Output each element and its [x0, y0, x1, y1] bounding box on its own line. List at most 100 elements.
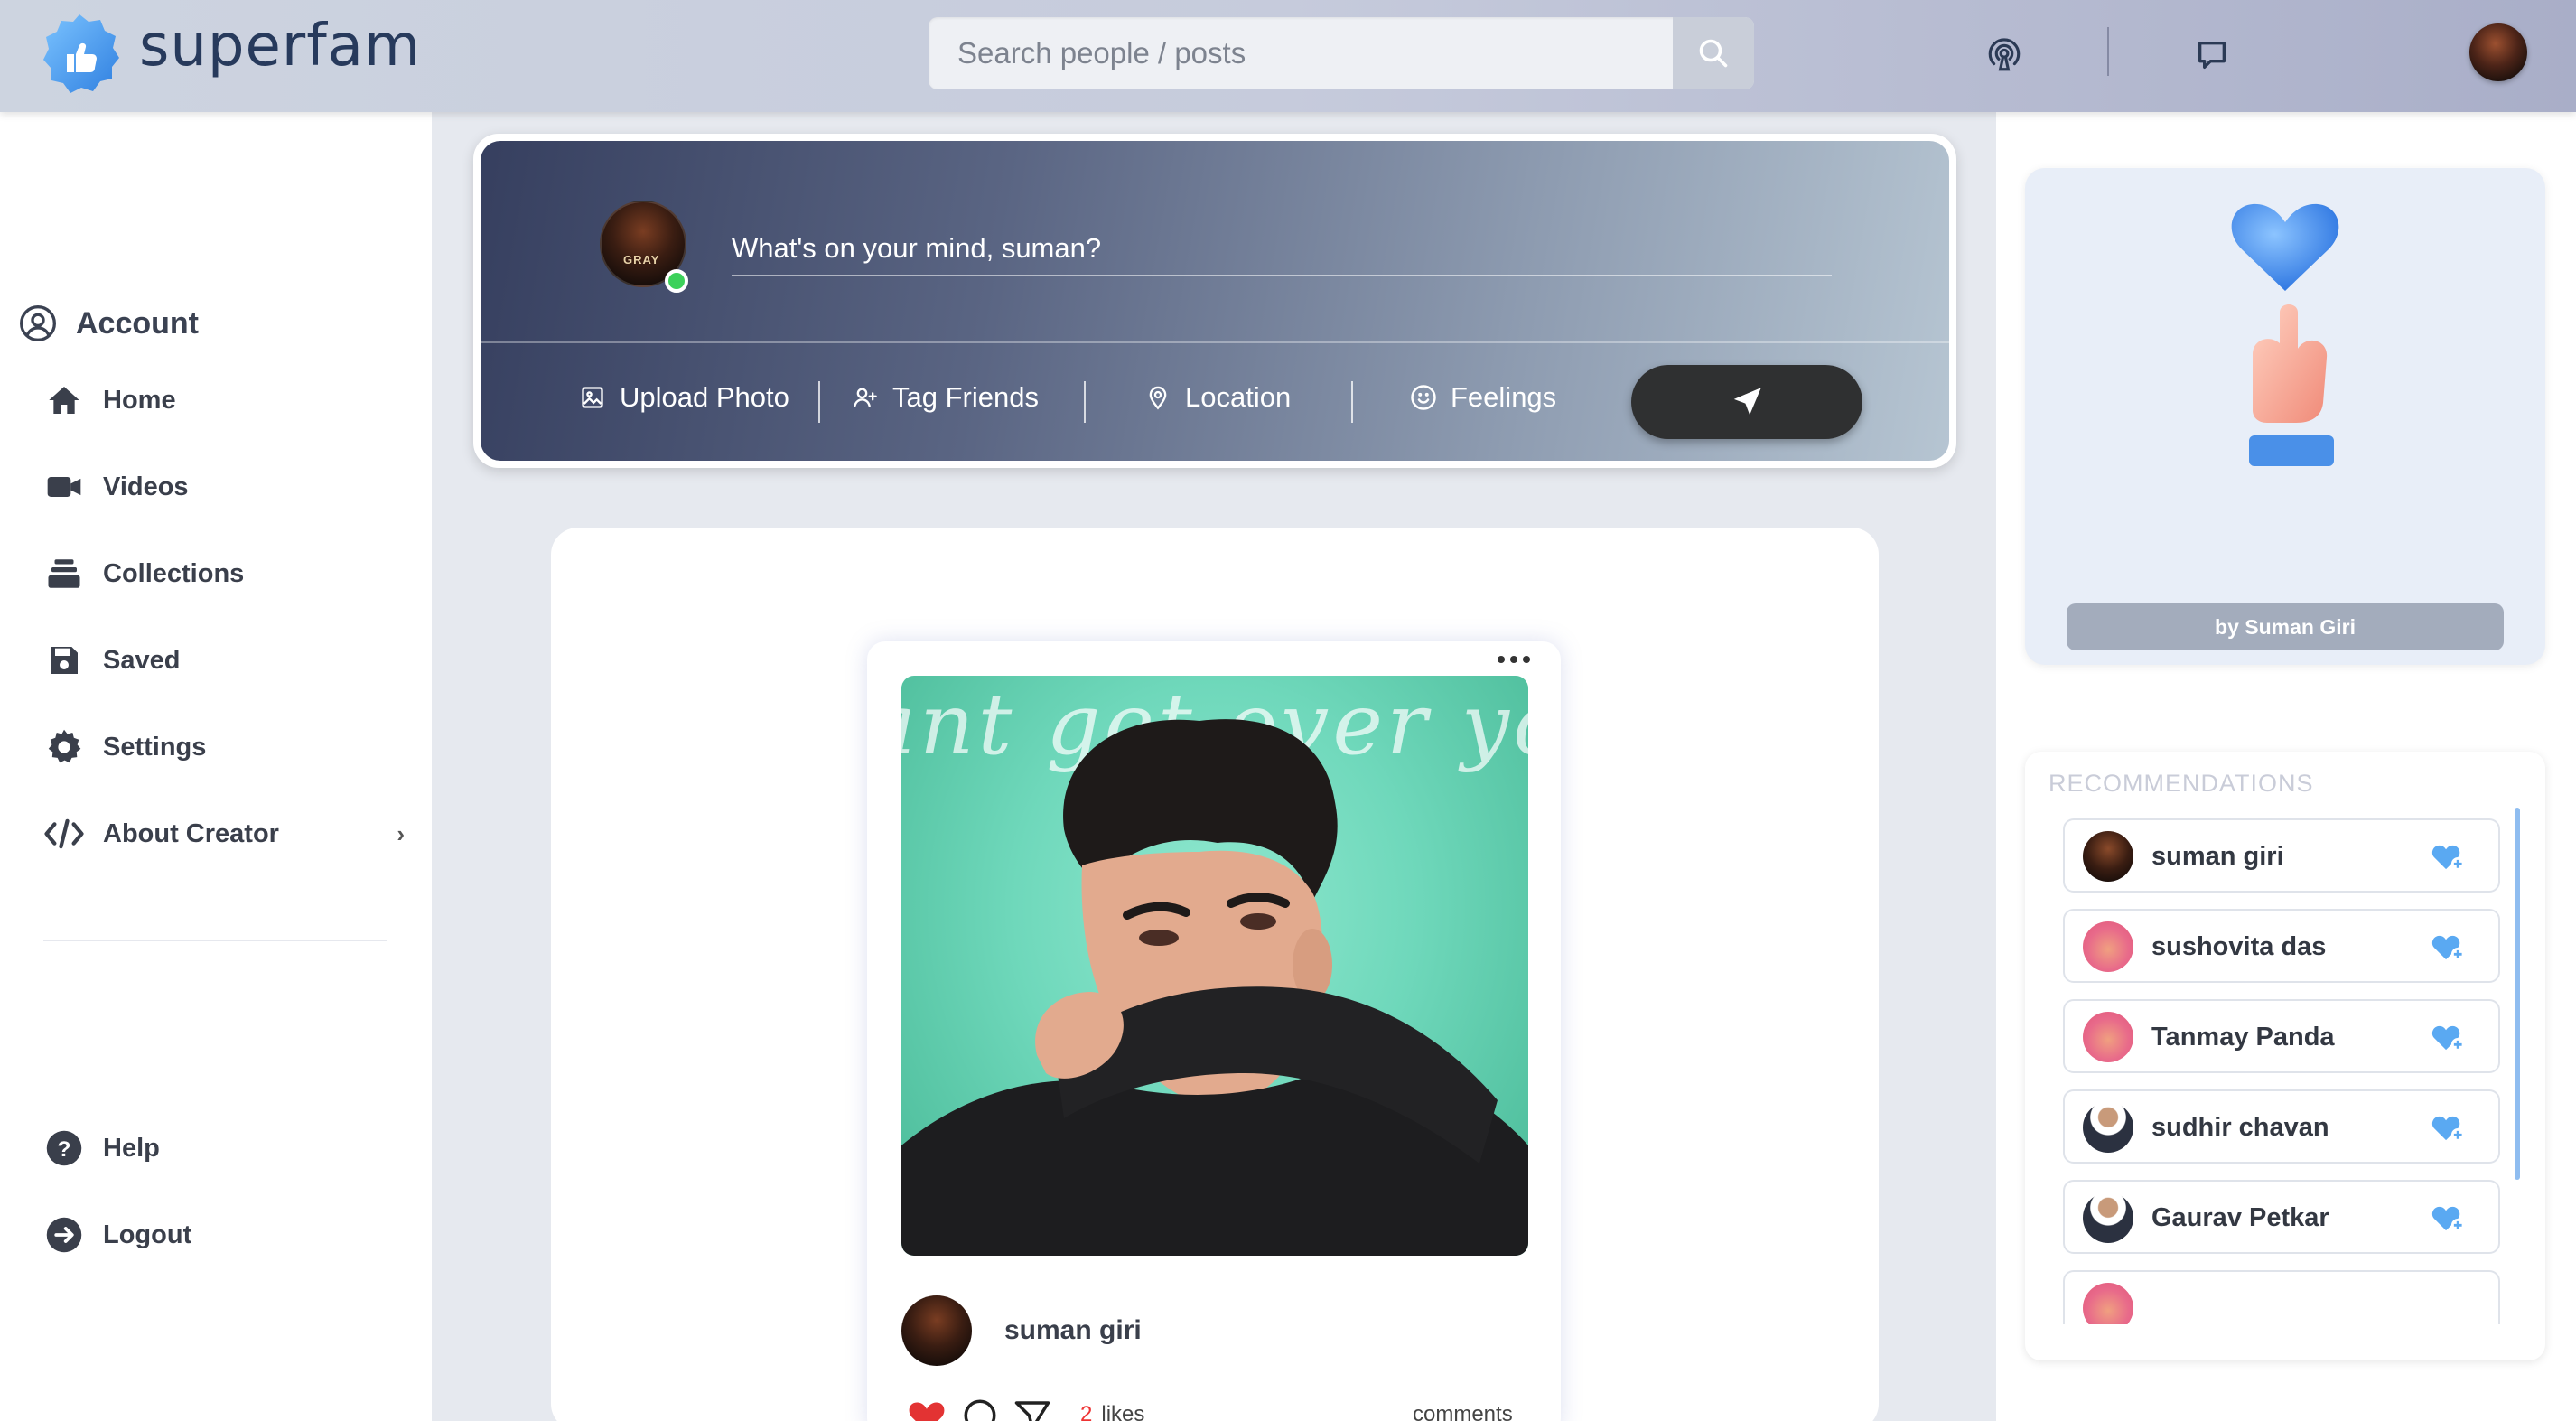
likes-label: likes — [1101, 1402, 1145, 1421]
composer-input[interactable] — [732, 222, 1832, 276]
sidebar-item-label: Logout — [103, 1220, 192, 1249]
feelings-label: Feelings — [1451, 381, 1557, 413]
account-heading-label: Account — [76, 305, 199, 341]
recommendation-item[interactable]: sudhir chavan — [2063, 1089, 2500, 1164]
recommendations-panel: RECOMMENDATIONS suman giri sushovita das… — [2025, 752, 2545, 1360]
video-camera-icon — [43, 466, 85, 508]
feelings-button[interactable]: Feelings — [1409, 381, 1556, 414]
heart-plus-icon[interactable] — [2431, 842, 2466, 873]
collections-icon — [43, 553, 85, 594]
chat-bubble-icon — [2198, 42, 2226, 70]
recommendation-name: sudhir chavan — [2151, 1113, 2329, 1142]
sidebar-item-label: Settings — [103, 732, 207, 762]
dot-icon — [1498, 656, 1505, 663]
sidebar-item-home[interactable]: Home — [43, 379, 405, 421]
dot-icon — [1523, 656, 1530, 663]
code-icon — [43, 813, 85, 855]
recommendation-avatar — [2083, 1283, 2133, 1324]
svg-text:?: ? — [58, 1137, 71, 1162]
profile-avatar[interactable] — [2469, 23, 2527, 81]
app-logo-text[interactable]: superfam — [139, 13, 421, 79]
sidebar-item-logout[interactable]: Logout — [43, 1214, 405, 1256]
action-divider — [1351, 381, 1353, 423]
recommendation-item[interactable]: sushovita das — [2063, 909, 2500, 983]
save-icon — [43, 640, 85, 681]
post-photo-figure — [901, 719, 1528, 1256]
likes-count: 2 likes — [1080, 1402, 1144, 1421]
action-divider — [1084, 381, 1086, 423]
sidebar-item-about-creator[interactable]: About Creator › — [43, 813, 405, 855]
sidebar-item-settings[interactable]: Settings — [43, 726, 405, 768]
help-icon: ? — [43, 1127, 85, 1169]
recommendations-scrollbar[interactable] — [2515, 808, 2520, 1180]
tag-friends-label: Tag Friends — [892, 381, 1039, 413]
top-divider — [2107, 27, 2109, 76]
chevron-right-icon: › — [397, 819, 405, 847]
recommendation-avatar — [2083, 1102, 2133, 1153]
heart-filled-icon[interactable] — [907, 1398, 947, 1421]
sidebar-item-saved[interactable]: Saved — [43, 640, 405, 681]
comment-icon[interactable] — [961, 1397, 999, 1421]
post-more-button[interactable] — [1476, 647, 1552, 672]
likes-number: 2 — [1080, 1402, 1093, 1421]
dot-icon — [1510, 656, 1517, 663]
location-button[interactable]: Location — [1143, 381, 1291, 414]
search-input[interactable] — [929, 17, 1673, 89]
sidebar-item-help[interactable]: ? Help — [43, 1127, 405, 1169]
broadcast-button[interactable] — [1978, 29, 2030, 81]
sidebar-item-collections[interactable]: Collections — [43, 553, 405, 594]
heart-plus-icon[interactable] — [2431, 932, 2466, 963]
creator-credit-button[interactable]: by Suman Giri — [2067, 603, 2504, 650]
sidebar-item-label: Help — [103, 1133, 160, 1163]
post-composer: GRAY Upload Photo Tag Friends Location — [473, 134, 1956, 468]
send-post-button[interactable] — [1631, 365, 1862, 439]
recommendation-name: suman giri — [2151, 842, 2284, 871]
post-image[interactable]: ant get over yo — [901, 676, 1528, 1256]
heart-plus-icon[interactable] — [2431, 1023, 2466, 1053]
user-circle-icon — [18, 304, 58, 343]
recommendations-list: suman giri sushovita das Tanmay Panda su… — [2063, 818, 2500, 1324]
recommendation-item[interactable]: suman giri — [2063, 818, 2500, 893]
send-arrow-icon — [1733, 388, 1761, 416]
action-divider — [818, 381, 820, 423]
creator-promo-card — [2025, 168, 2545, 665]
search-bar — [929, 17, 1754, 89]
comments-link[interactable]: comments — [1413, 1402, 1513, 1421]
online-status-dot — [665, 269, 688, 293]
heart-plus-icon[interactable] — [2431, 1113, 2466, 1144]
upload-photo-button[interactable]: Upload Photo — [578, 381, 789, 414]
user-plus-icon — [851, 383, 880, 412]
recommendation-avatar — [2083, 831, 2133, 882]
home-icon — [43, 379, 85, 421]
top-bar: superfam — [0, 0, 2576, 112]
composer-divider — [481, 341, 1949, 343]
sidebar-item-videos[interactable]: Videos — [43, 466, 405, 508]
heart-plus-icon[interactable] — [2431, 1203, 2466, 1234]
broadcast-icon — [1988, 38, 2021, 71]
account-heading[interactable]: Account — [18, 304, 199, 343]
recommendation-avatar — [2083, 1192, 2133, 1243]
gear-icon — [43, 726, 85, 768]
post-author-name[interactable]: suman giri — [1004, 1315, 1142, 1346]
messages-button[interactable] — [2186, 29, 2238, 81]
tag-friends-button[interactable]: Tag Friends — [851, 381, 1039, 414]
search-button[interactable] — [1673, 17, 1754, 89]
recommendation-item[interactable]: Gaurav Petkar — [2063, 1180, 2500, 1254]
composer-panel: GRAY Upload Photo Tag Friends Location — [481, 141, 1949, 461]
recommendation-item[interactable] — [2063, 1270, 2500, 1324]
logo-badge-icon[interactable] — [36, 11, 123, 98]
recommendation-avatar — [2083, 1012, 2133, 1062]
sidebar-item-label: About Creator — [103, 818, 279, 848]
sidebar-item-label: Home — [103, 385, 176, 415]
recommendation-name: Tanmay Panda — [2151, 1023, 2335, 1052]
post-author-avatar[interactable] — [901, 1295, 972, 1366]
post-actions — [907, 1397, 1051, 1421]
sidebar-item-label: Saved — [103, 645, 181, 675]
recommendation-avatar — [2083, 921, 2133, 972]
avatar-mark: GRAY — [623, 253, 660, 266]
left-sidebar: Account Home Videos Collections Saved Se… — [0, 112, 432, 1421]
recommendation-name: sushovita das — [2151, 932, 2327, 961]
share-icon[interactable] — [1013, 1397, 1051, 1421]
smile-icon — [1409, 383, 1438, 412]
recommendation-item[interactable]: Tanmay Panda — [2063, 999, 2500, 1073]
